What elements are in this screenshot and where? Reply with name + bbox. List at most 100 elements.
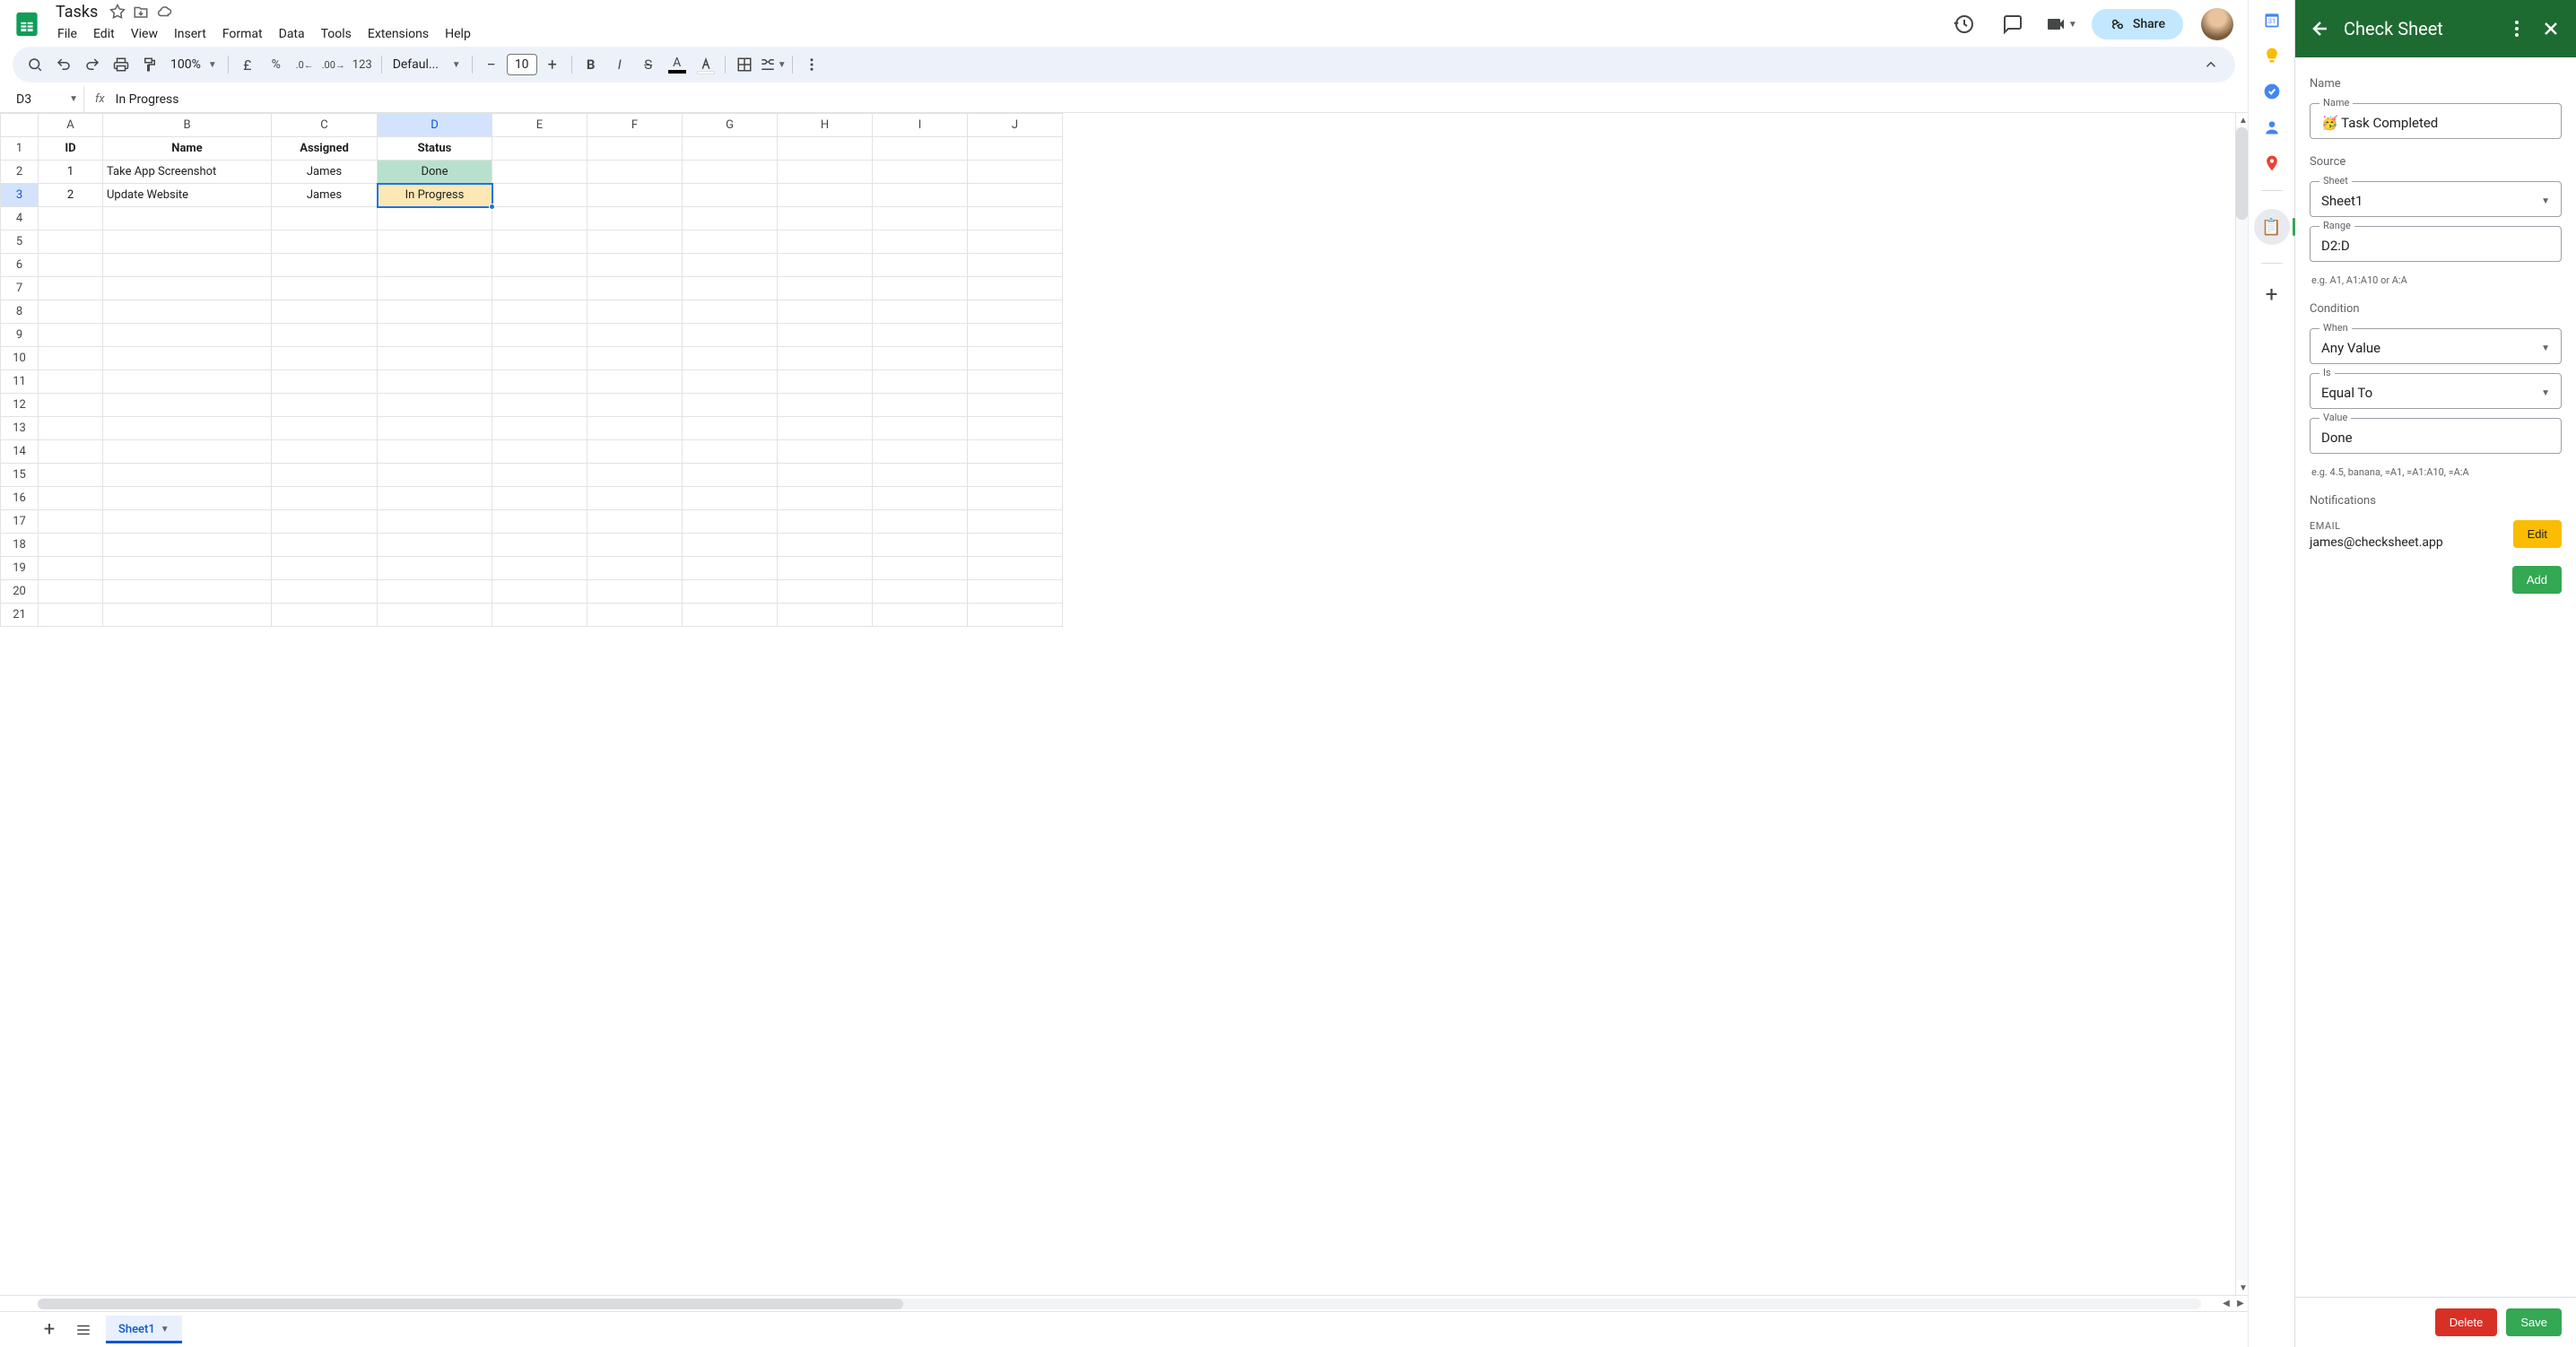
- cell-empty[interactable]: [683, 440, 778, 464]
- cell-empty[interactable]: [873, 370, 968, 394]
- menu-format[interactable]: Format: [215, 23, 270, 45]
- merge-icon[interactable]: ▼: [760, 51, 787, 78]
- cell-empty[interactable]: [39, 370, 103, 394]
- row-header-3[interactable]: 3: [1, 184, 39, 207]
- h-scrollbar[interactable]: [38, 1299, 2201, 1309]
- cell-J2[interactable]: [968, 161, 1063, 184]
- cloud-icon[interactable]: [155, 3, 173, 21]
- row-header-2[interactable]: 2: [1, 161, 39, 184]
- cell-empty[interactable]: [272, 300, 378, 324]
- cell-empty[interactable]: [968, 254, 1063, 277]
- edit-button[interactable]: Edit: [2513, 520, 2562, 548]
- cell-empty[interactable]: [683, 394, 778, 417]
- cell-empty[interactable]: [587, 254, 683, 277]
- cell-empty[interactable]: [492, 487, 587, 510]
- cell-empty[interactable]: [492, 510, 587, 534]
- get-addons-icon[interactable]: +: [2266, 282, 2278, 307]
- cell-G1[interactable]: [683, 137, 778, 161]
- cell-empty[interactable]: [39, 417, 103, 440]
- row-header-14[interactable]: 14: [1, 440, 39, 464]
- cell-empty[interactable]: [873, 300, 968, 324]
- share-button[interactable]: Share: [2092, 9, 2183, 39]
- cell-empty[interactable]: [103, 347, 272, 370]
- cell-empty[interactable]: [39, 534, 103, 557]
- decrease-font-icon[interactable]: −: [478, 51, 505, 78]
- cell-empty[interactable]: [683, 487, 778, 510]
- cell-empty[interactable]: [492, 324, 587, 347]
- add-sheet-icon[interactable]: +: [38, 1318, 61, 1342]
- cell-empty[interactable]: [378, 534, 492, 557]
- cell-empty[interactable]: [778, 370, 873, 394]
- cell-A1[interactable]: ID: [39, 137, 103, 161]
- row-header-1[interactable]: 1: [1, 137, 39, 161]
- cell-empty[interactable]: [39, 230, 103, 254]
- row-header-21[interactable]: 21: [1, 604, 39, 627]
- cell-empty[interactable]: [492, 534, 587, 557]
- scroll-down-icon[interactable]: ▼: [2236, 1281, 2248, 1295]
- cell-empty[interactable]: [103, 464, 272, 487]
- row-header-16[interactable]: 16: [1, 487, 39, 510]
- cell-empty[interactable]: [378, 580, 492, 604]
- cell-empty[interactable]: [272, 207, 378, 230]
- cell-empty[interactable]: [587, 510, 683, 534]
- cell-empty[interactable]: [272, 440, 378, 464]
- cell-empty[interactable]: [587, 604, 683, 627]
- cell-empty[interactable]: [778, 277, 873, 300]
- font-select[interactable]: Defaul...▼: [387, 54, 466, 75]
- cell-empty[interactable]: [272, 394, 378, 417]
- cell-empty[interactable]: [103, 230, 272, 254]
- cell-H2[interactable]: [778, 161, 873, 184]
- cell-empty[interactable]: [492, 417, 587, 440]
- cell-empty[interactable]: [103, 580, 272, 604]
- cell-empty[interactable]: [873, 277, 968, 300]
- text-color-icon[interactable]: A: [664, 51, 691, 78]
- cell-I3[interactable]: [873, 184, 968, 207]
- menu-file[interactable]: File: [50, 23, 84, 45]
- scroll-up-icon[interactable]: ▲: [2236, 113, 2248, 127]
- maps-icon[interactable]: [2263, 154, 2281, 172]
- select-all-cell[interactable]: [1, 114, 39, 137]
- cell-empty[interactable]: [873, 580, 968, 604]
- menu-data[interactable]: Data: [272, 23, 312, 45]
- cell-empty[interactable]: [683, 254, 778, 277]
- cell-empty[interactable]: [587, 464, 683, 487]
- menu-edit[interactable]: Edit: [86, 23, 122, 45]
- cell-empty[interactable]: [39, 207, 103, 230]
- increase-font-icon[interactable]: +: [539, 51, 566, 78]
- col-header-D[interactable]: D: [378, 114, 492, 137]
- cell-empty[interactable]: [683, 580, 778, 604]
- cell-empty[interactable]: [39, 324, 103, 347]
- cell-empty[interactable]: [39, 604, 103, 627]
- cell-empty[interactable]: [968, 464, 1063, 487]
- row-header-5[interactable]: 5: [1, 230, 39, 254]
- cell-empty[interactable]: [103, 207, 272, 230]
- is-field[interactable]: Is Equal To▼: [2310, 373, 2562, 409]
- cell-empty[interactable]: [873, 324, 968, 347]
- cell-D3[interactable]: In Progress: [378, 184, 492, 207]
- cell-empty[interactable]: [778, 510, 873, 534]
- cell-B1[interactable]: Name: [103, 137, 272, 161]
- cell-empty[interactable]: [272, 254, 378, 277]
- cell-empty[interactable]: [378, 207, 492, 230]
- contacts-icon[interactable]: [2263, 118, 2281, 136]
- menu-tools[interactable]: Tools: [314, 23, 359, 45]
- cell-empty[interactable]: [378, 464, 492, 487]
- cell-C1[interactable]: Assigned: [272, 137, 378, 161]
- col-header-A[interactable]: A: [39, 114, 103, 137]
- cell-empty[interactable]: [873, 440, 968, 464]
- star-icon[interactable]: [109, 3, 126, 21]
- cell-empty[interactable]: [272, 230, 378, 254]
- keep-icon[interactable]: [2263, 47, 2281, 65]
- cell-empty[interactable]: [683, 277, 778, 300]
- font-size-input[interactable]: 10: [507, 54, 537, 75]
- cell-empty[interactable]: [103, 277, 272, 300]
- cell-empty[interactable]: [968, 487, 1063, 510]
- cell-empty[interactable]: [39, 277, 103, 300]
- cell-empty[interactable]: [492, 557, 587, 580]
- cell-empty[interactable]: [683, 347, 778, 370]
- col-header-I[interactable]: I: [873, 114, 968, 137]
- redo-icon[interactable]: [79, 51, 106, 78]
- strikethrough-icon[interactable]: S: [635, 51, 662, 78]
- cell-empty[interactable]: [683, 557, 778, 580]
- cell-empty[interactable]: [683, 417, 778, 440]
